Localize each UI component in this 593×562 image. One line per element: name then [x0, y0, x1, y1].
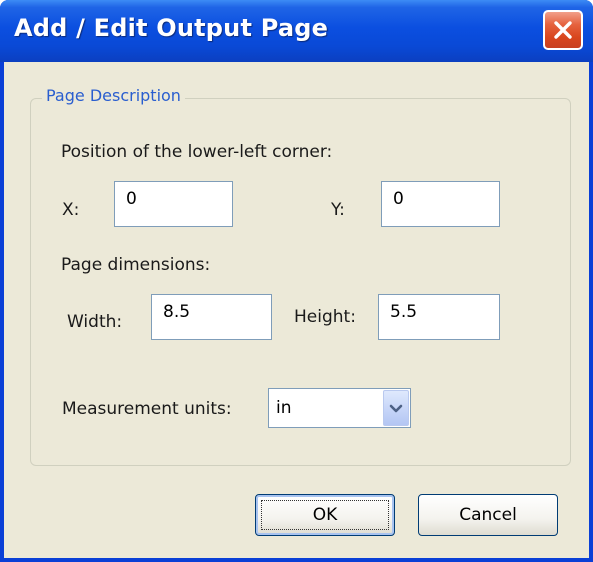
y-input[interactable]: 0: [381, 181, 500, 227]
units-label: Measurement units:: [62, 399, 232, 419]
y-label: Y:: [331, 200, 345, 220]
dimensions-heading: Page dimensions:: [61, 255, 211, 275]
close-button[interactable]: [543, 10, 583, 50]
x-label: X:: [62, 200, 80, 220]
units-selected-value: in: [276, 398, 292, 418]
width-label: Width:: [67, 312, 123, 332]
units-select[interactable]: in: [268, 388, 411, 428]
focus-ring: [261, 500, 389, 530]
close-icon: [551, 18, 575, 42]
dialog-window: Add / Edit Output Page Page Description …: [0, 0, 593, 562]
width-input[interactable]: 8.5: [151, 294, 272, 340]
group-label: Page Description: [42, 86, 185, 105]
title-bar[interactable]: Add / Edit Output Page: [0, 0, 593, 62]
cancel-button-label: Cancel: [459, 505, 517, 525]
ok-button[interactable]: OK: [255, 494, 395, 536]
cancel-button[interactable]: Cancel: [418, 494, 558, 536]
chevron-down-icon: [389, 399, 403, 418]
dialog-body: Page Description Position of the lower-l…: [4, 62, 589, 558]
height-input[interactable]: 5.5: [378, 294, 500, 340]
x-input[interactable]: 0: [114, 181, 233, 227]
window-title: Add / Edit Output Page: [14, 14, 329, 42]
height-label: Height:: [294, 307, 356, 327]
position-heading: Position of the lower-left corner:: [61, 142, 333, 162]
units-dropdown-button[interactable]: [383, 390, 409, 426]
